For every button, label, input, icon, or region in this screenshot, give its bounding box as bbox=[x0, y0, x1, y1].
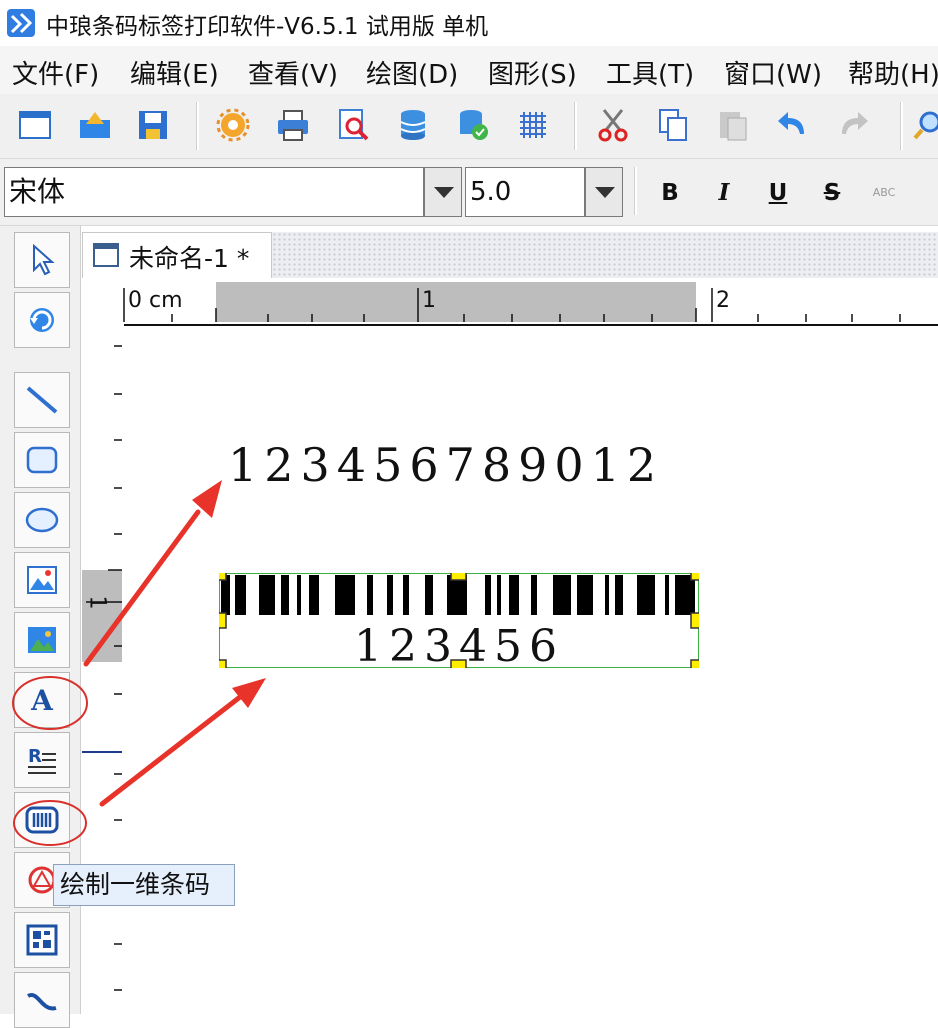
redo-icon[interactable] bbox=[834, 106, 872, 144]
text-object[interactable]: 123456789012 bbox=[228, 438, 663, 492]
toolbar-separator bbox=[900, 102, 903, 150]
ruler-mark-v1: 1 bbox=[84, 595, 110, 610]
grid-icon[interactable] bbox=[514, 106, 552, 144]
outline-text-button[interactable]: ABC bbox=[864, 173, 904, 213]
menu-edit[interactable]: 编辑(E) bbox=[130, 54, 219, 91]
rotate-icon bbox=[30, 308, 54, 332]
cut-icon[interactable] bbox=[594, 106, 632, 144]
paste-icon[interactable] bbox=[714, 106, 752, 144]
chevron-down-icon bbox=[434, 187, 454, 198]
line-tool-button[interactable] bbox=[14, 372, 70, 428]
title-bar: 中琅条码标签打印软件-V6.5.1 试用版 单机 bbox=[0, 0, 938, 46]
curve-tool-button[interactable] bbox=[14, 972, 70, 1028]
barcode-tool-button[interactable] bbox=[14, 792, 70, 848]
menu-tools[interactable]: 工具(T) bbox=[606, 54, 694, 91]
font-size-select[interactable]: 5.0 bbox=[465, 167, 585, 217]
strikethrough-button[interactable]: S bbox=[812, 173, 852, 213]
curve-icon bbox=[26, 993, 57, 1011]
svg-text:A: A bbox=[30, 684, 54, 717]
ruler-ticks bbox=[123, 288, 901, 322]
rounded-rectangle-icon bbox=[26, 446, 58, 474]
select-tool-button[interactable] bbox=[14, 232, 70, 288]
barcode-icon bbox=[25, 806, 59, 834]
toolbar-separator bbox=[196, 102, 199, 150]
qrcode-tool-button[interactable] bbox=[14, 912, 70, 968]
menu-bar: 文件(F) 编辑(E) 查看(V) 绘图(D) 图形(S) 工具(T) 窗口(W… bbox=[0, 46, 938, 94]
toolbar-separator bbox=[634, 167, 637, 215]
menu-help[interactable]: 帮助(H) bbox=[848, 54, 938, 91]
database-icon[interactable] bbox=[394, 106, 432, 144]
new-window-icon[interactable] bbox=[16, 106, 54, 144]
format-toolbar: 宋体 5.0 B I U S ABC bbox=[0, 159, 938, 226]
zoom-icon[interactable] bbox=[912, 106, 938, 144]
image-tool-button[interactable] bbox=[14, 612, 70, 668]
text-a-icon: A bbox=[30, 684, 54, 717]
rich-text-tool-button[interactable]: R bbox=[14, 732, 70, 788]
bold-button[interactable]: B bbox=[650, 173, 690, 213]
chevron-down-icon bbox=[595, 187, 615, 198]
ruler-mark-2: 2 bbox=[716, 288, 730, 313]
image-frame-icon bbox=[27, 566, 57, 594]
print-preview-icon[interactable] bbox=[334, 106, 372, 144]
menu-shape[interactable]: 图形(S) bbox=[488, 54, 577, 91]
window-title: 中琅条码标签打印软件-V6.5.1 试用版 单机 bbox=[46, 14, 489, 40]
image-icon bbox=[28, 627, 56, 653]
undo-icon[interactable] bbox=[774, 106, 812, 144]
horizontal-ruler: 0 cm 1 2 bbox=[82, 280, 938, 326]
svg-text:R: R bbox=[28, 746, 42, 767]
copy-icon[interactable] bbox=[654, 106, 692, 144]
database-connect-icon[interactable] bbox=[454, 106, 492, 144]
app-logo-icon bbox=[7, 9, 35, 37]
toolbar-separator bbox=[574, 102, 577, 150]
text-tool-button[interactable]: A bbox=[14, 672, 70, 728]
tool-tooltip: 绘制一维条码 bbox=[53, 864, 235, 906]
ruler-mark-1: 1 bbox=[422, 288, 436, 313]
document-window-icon bbox=[93, 243, 119, 267]
ellipse-icon bbox=[25, 507, 59, 533]
ellipse-tool-button[interactable] bbox=[14, 492, 70, 548]
main-toolbar bbox=[0, 94, 938, 159]
document-tab[interactable]: 未命名-1 * bbox=[82, 232, 272, 278]
document-tab-label: 未命名-1 * bbox=[129, 244, 250, 273]
print-icon[interactable] bbox=[274, 106, 312, 144]
italic-button[interactable]: I bbox=[704, 173, 744, 213]
image-frame-tool-button[interactable] bbox=[14, 552, 70, 608]
underline-button[interactable]: U bbox=[758, 173, 798, 213]
menu-view[interactable]: 查看(V) bbox=[248, 54, 338, 91]
barcode-human-readable-text: 123456 bbox=[354, 621, 564, 672]
vertical-ruler: 1 bbox=[82, 324, 126, 1014]
font-name-dropdown-button[interactable] bbox=[424, 167, 462, 217]
barcode-object[interactable]: 123456 bbox=[219, 573, 699, 672]
ruler-ticks bbox=[82, 345, 122, 991]
save-icon[interactable] bbox=[134, 106, 172, 144]
menu-window[interactable]: 窗口(W) bbox=[724, 54, 822, 91]
document-tab-bar: 未命名-1 * bbox=[82, 232, 938, 278]
settings-gear-icon[interactable] bbox=[214, 106, 252, 144]
menu-draw[interactable]: 绘图(D) bbox=[366, 54, 458, 91]
rotate-tool-button[interactable] bbox=[14, 292, 70, 348]
qrcode-icon bbox=[26, 924, 58, 956]
ruler-unit-label: 0 cm bbox=[128, 288, 183, 313]
open-folder-icon[interactable] bbox=[76, 106, 114, 144]
font-size-dropdown-button[interactable] bbox=[585, 167, 623, 217]
rich-text-icon: R bbox=[28, 746, 56, 774]
rectangle-tool-button[interactable] bbox=[14, 432, 70, 488]
pointer-arrow-icon bbox=[33, 243, 55, 276]
menu-file[interactable]: 文件(F) bbox=[12, 54, 99, 91]
font-name-select[interactable]: 宋体 bbox=[4, 167, 424, 217]
label-canvas[interactable]: 123456789012 123456 bbox=[124, 326, 938, 1014]
line-icon bbox=[26, 386, 58, 414]
